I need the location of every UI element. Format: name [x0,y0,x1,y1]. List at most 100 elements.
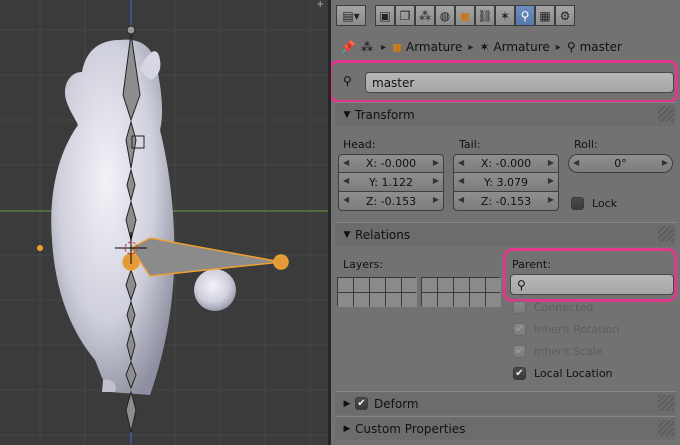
transform-panel-header[interactable]: ▼ Transform [335,102,676,126]
local-location-checkbox[interactable]: ✔ [513,367,526,380]
tab-armature-data[interactable]: ✶ [495,5,515,26]
constraints-icon: ⛓ [477,8,493,23]
deform-checkbox[interactable]: ✔ [355,397,368,410]
lock-label: Lock [592,197,618,210]
deform-panel-header[interactable]: ▶ ✔ Deform [335,391,676,415]
parent-label: Parent: [512,258,551,271]
tab-texture[interactable]: ▦ [535,5,555,26]
tab-world[interactable]: ◍ [435,5,455,26]
bone-icon: ⚲ [343,74,352,88]
drag-grip-icon[interactable] [658,420,674,436]
render-icon: ▣ [379,8,391,23]
relations-panel-header[interactable]: ▼ Relations [335,222,676,246]
head-z-field[interactable]: ◀ Z: -0.153 ▶ [338,192,444,211]
breadcrumb: 📌 ⁂ ▸ ◼ Armature ▸ ✶ Armature ▸ ⚲ master [331,36,680,58]
object-icon: ◼ [460,8,470,23]
render-layers-icon: ❐ [399,8,411,23]
drag-grip-icon[interactable] [658,395,674,411]
expanded-triangle-icon: ▼ [343,229,351,240]
connected-checkbox[interactable] [513,301,526,314]
collapsed-triangle-icon: ▶ [343,398,351,409]
breadcrumb-separator-icon: ▸ [555,41,561,53]
layers-grid-1[interactable] [337,277,417,307]
collapsed-triangle-icon: ▶ [343,423,351,434]
inherit-rotation-checkbox[interactable]: ✔ [513,323,526,336]
drag-grip-icon[interactable] [658,226,674,242]
bone-icon: ⚲ [566,40,576,54]
increment-arrow-icon[interactable]: ▶ [548,195,554,204]
increment-arrow-icon[interactable]: ▶ [548,158,554,167]
armature-data-icon: ✶ [499,8,511,23]
tab-bone-constraints[interactable]: ⚙ [555,5,575,26]
decrement-arrow-icon[interactable]: ◀ [343,195,349,204]
drag-grip-icon[interactable] [658,106,674,122]
armature-icon: ✶ [479,40,490,54]
decrement-arrow-icon[interactable]: ◀ [458,158,464,167]
properties-editor: ▤▾ ▣ ❐ ⁂ ◍ ◼ ⛓ ✶ ⚲ ▦ ⚙ 📌 ⁂ ▸ ◼ Armature … [331,0,680,445]
breadcrumb-armature: Armature [493,40,550,54]
tail-label: Tail: [459,138,481,151]
breadcrumb-bone: master [579,40,622,54]
custom-properties-panel-header[interactable]: ▶ Custom Properties [335,416,676,440]
tab-scene[interactable]: ⁂ [415,5,435,26]
world-icon: ◍ [439,8,451,23]
properties-header: ▤▾ ▣ ❐ ⁂ ◍ ◼ ⛓ ✶ ⚲ ▦ ⚙ [331,0,680,32]
bone-name-field[interactable]: master [365,72,674,93]
tail-z-field[interactable]: ◀ Z: -0.153 ▶ [453,192,559,211]
bone-icon: ⚲ [517,277,526,292]
roll-label: Roll: [574,138,598,151]
inherit-scale-label: Inherit Scale [534,345,603,358]
increment-arrow-icon[interactable]: ▶ [662,158,668,167]
layers-grid-2[interactable] [421,277,501,307]
scene-icon: ⁂ [419,8,431,23]
lock-checkbox[interactable] [571,197,584,210]
bone-icon: ⚲ [520,8,530,23]
editor-type-menu[interactable]: ▤▾ [336,5,366,26]
tab-render-layers[interactable]: ❐ [395,5,415,26]
bone-constraints-icon: ⚙ [559,8,571,23]
viewport-scene [0,0,328,445]
decrement-arrow-icon[interactable]: ◀ [343,158,349,167]
region-plus-icon[interactable]: + [316,0,326,10]
decrement-arrow-icon[interactable]: ◀ [343,176,349,185]
inherit-scale-checkbox[interactable]: ✔ [513,345,526,358]
breadcrumb-separator-icon: ▸ [468,41,474,53]
head-label: Head: [343,138,376,151]
roll-field[interactable]: ◀ 0° ▶ [568,154,673,173]
decrement-arrow-icon[interactable]: ◀ [458,176,464,185]
inherit-rotation-label: Inherit Rotation [534,323,620,336]
connected-label: Connected [534,301,594,314]
head-y-field[interactable]: ◀ Y: 1.122 ▶ [338,173,444,192]
increment-arrow-icon[interactable]: ▶ [548,176,554,185]
character-mesh [51,39,236,395]
object-icon: ◼ [392,40,402,54]
scene-data-icon: ⁂ [361,40,373,54]
custom-properties-title: Custom Properties [355,421,466,436]
deform-title: Deform [374,396,419,411]
3d-viewport[interactable]: + [0,0,328,445]
tab-bone[interactable]: ⚲ [515,5,535,26]
decrement-arrow-icon[interactable]: ◀ [573,158,579,167]
transform-title: Transform [355,107,415,122]
increment-arrow-icon[interactable]: ▶ [433,195,439,204]
decrement-arrow-icon[interactable]: ◀ [458,195,464,204]
relations-title: Relations [355,227,411,242]
tab-constraints[interactable]: ⛓ [475,5,495,26]
breadcrumb-separator-icon: ▸ [381,41,387,53]
expanded-triangle-icon: ▼ [343,109,351,120]
editor-type-icon: ▤▾ [342,8,360,23]
pin-icon[interactable]: 📌 [337,40,359,54]
breadcrumb-object: Armature [406,40,463,54]
parent-field[interactable]: ⚲ [510,274,674,295]
increment-arrow-icon[interactable]: ▶ [433,158,439,167]
local-location-label: Local Location [534,367,613,380]
increment-arrow-icon[interactable]: ▶ [433,176,439,185]
tab-render[interactable]: ▣ [375,5,395,26]
tail-x-field[interactable]: ◀ X: -0.000 ▶ [453,154,559,173]
tail-y-field[interactable]: ◀ Y: 3.079 ▶ [453,173,559,192]
head-x-field[interactable]: ◀ X: -0.000 ▶ [338,154,444,173]
bone-name-value: master [372,75,415,90]
texture-icon: ▦ [539,8,551,23]
tab-object[interactable]: ◼ [455,5,475,26]
layers-label: Layers: [343,258,384,271]
